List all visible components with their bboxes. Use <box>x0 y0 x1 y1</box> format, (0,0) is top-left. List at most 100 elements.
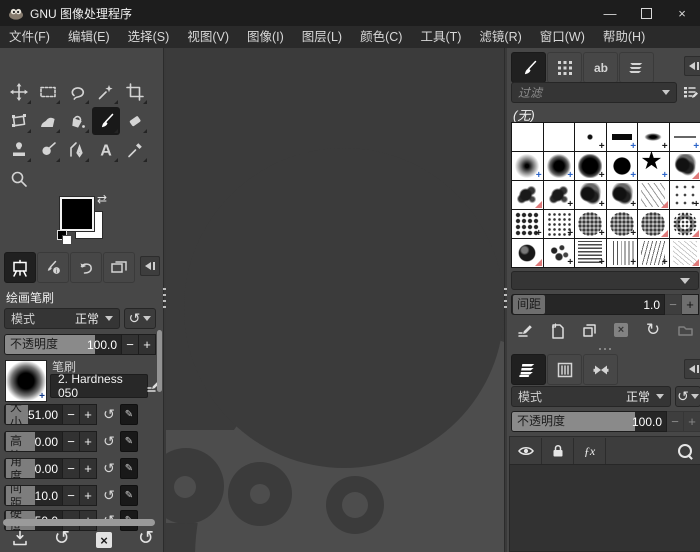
tool-unified-transform[interactable] <box>5 107 33 135</box>
restore-tool-preset-icon[interactable] <box>51 527 73 549</box>
decrease-icon[interactable] <box>63 485 80 506</box>
canvas-area[interactable] <box>166 48 505 552</box>
decrease-icon[interactable] <box>667 411 684 432</box>
title-bar[interactable]: GNU 图像处理程序 — × <box>0 0 700 26</box>
reset-icon[interactable] <box>100 431 118 452</box>
panel-collapse-icon[interactable] <box>140 256 160 276</box>
menu-filters[interactable]: 滤镜(R) <box>470 26 530 48</box>
effects-icon[interactable]: ƒx <box>574 438 606 464</box>
new-brush-icon[interactable] <box>547 320 567 340</box>
brush-list-expander[interactable] <box>511 271 699 290</box>
brush-item[interactable] <box>638 239 669 267</box>
tool-color-picker[interactable] <box>121 136 149 164</box>
swap-colors-icon[interactable] <box>97 192 107 206</box>
brush-item[interactable] <box>543 181 574 209</box>
brush-item[interactable] <box>512 239 543 267</box>
duplicate-brush-icon[interactable] <box>579 320 599 340</box>
tab-paths[interactable] <box>583 354 618 385</box>
tab-tool-options[interactable] <box>4 252 36 283</box>
delete-tool-preset-icon[interactable]: × <box>93 529 115 551</box>
tool-crop[interactable] <box>121 78 149 106</box>
decrease-icon[interactable] <box>63 404 80 425</box>
brush-item[interactable] <box>638 149 669 180</box>
increase-icon[interactable] <box>139 334 156 355</box>
mode-reset-button[interactable] <box>124 308 156 329</box>
stylus-pressure-icon[interactable] <box>120 485 138 506</box>
opacity-slider[interactable]: 不透明度 100.0 <box>4 334 156 355</box>
tab-fonts[interactable]: ab <box>583 52 618 83</box>
tab-undo-history[interactable] <box>70 252 102 283</box>
lock-icon[interactable] <box>542 438 574 464</box>
brush-name-box[interactable]: 2. Hardness 050 <box>50 372 148 400</box>
close-button[interactable]: × <box>664 0 700 26</box>
tool-warp-transform[interactable] <box>34 107 62 135</box>
foreground-color-swatch[interactable] <box>60 197 94 231</box>
tool-fuzzy-select[interactable] <box>92 78 120 106</box>
reset-icon[interactable] <box>100 458 118 479</box>
menu-select[interactable]: 选择(S) <box>119 26 179 48</box>
brush-view-options-icon[interactable] <box>680 82 700 102</box>
increase-icon[interactable] <box>80 404 97 425</box>
brush-item[interactable] <box>669 239 700 267</box>
increase-icon[interactable] <box>684 411 700 432</box>
brush-item[interactable] <box>606 210 637 238</box>
tab-channels[interactable] <box>547 354 582 385</box>
menu-view[interactable]: 视图(V) <box>178 26 238 48</box>
reset-tool-options-icon[interactable] <box>135 527 157 549</box>
stylus-pressure-icon[interactable] <box>120 458 138 479</box>
decrease-icon[interactable] <box>122 334 139 355</box>
layer-mode-reset-button[interactable] <box>675 386 700 407</box>
tool-ink[interactable] <box>63 136 91 164</box>
increase-icon[interactable] <box>80 431 97 452</box>
brush-item[interactable] <box>575 152 606 180</box>
tool-paintbrush[interactable] <box>92 107 120 135</box>
vertical-scrollbar[interactable] <box>157 330 162 392</box>
brush-item[interactable] <box>669 181 700 209</box>
tab-document-history[interactable] <box>619 52 654 83</box>
tool-eraser[interactable] <box>121 107 149 135</box>
tab-patterns[interactable] <box>547 52 582 83</box>
tab-device-status[interactable]: i <box>37 252 69 283</box>
increase-icon[interactable] <box>80 458 97 479</box>
paint-mode-dropdown[interactable]: 模式 正常 <box>4 308 120 329</box>
active-brush-thumbnail[interactable]: + <box>5 360 47 402</box>
tool-move[interactable] <box>5 78 33 106</box>
brush-item[interactable] <box>575 181 606 209</box>
reset-icon[interactable] <box>100 485 118 506</box>
menu-colors[interactable]: 颜色(C) <box>351 26 411 48</box>
tool-smudge[interactable] <box>34 136 62 164</box>
angle-slider[interactable]: 角度 0.00 <box>4 458 138 479</box>
panel-collapse-icon[interactable] <box>684 359 700 379</box>
size-slider[interactable]: 大小 51.00 <box>4 404 138 425</box>
increase-icon[interactable] <box>80 485 97 506</box>
visibility-icon[interactable] <box>510 438 542 464</box>
brush-item[interactable] <box>543 123 574 151</box>
brush-item[interactable] <box>606 239 637 267</box>
tab-images[interactable] <box>103 252 135 283</box>
brush-item[interactable] <box>543 152 574 180</box>
brush-item[interactable] <box>669 152 700 180</box>
menu-help[interactable]: 帮助(H) <box>594 26 654 48</box>
panel-collapse-icon[interactable] <box>684 56 700 76</box>
tool-rectangle-select[interactable] <box>34 78 62 106</box>
layer-opacity-slider[interactable]: 不透明度 100.0 <box>511 411 700 432</box>
menu-file[interactable]: 文件(F) <box>0 26 59 48</box>
tab-layers[interactable] <box>511 354 546 385</box>
brush-spacing-slider[interactable]: 间距 1.0 <box>511 294 699 315</box>
decrease-icon[interactable] <box>63 431 80 452</box>
increase-icon[interactable] <box>682 294 699 315</box>
delete-brush-icon[interactable]: × <box>611 320 631 340</box>
layer-list[interactable] <box>509 464 700 552</box>
spacing-slider[interactable]: 间距 10.0 <box>4 485 138 506</box>
menu-layer[interactable]: 图层(L) <box>293 26 351 48</box>
edit-brush-icon[interactable] <box>515 320 535 340</box>
tool-text[interactable]: A <box>92 136 120 164</box>
brush-item[interactable] <box>512 152 543 180</box>
color-area[interactable] <box>55 194 115 246</box>
brush-item[interactable] <box>638 210 669 238</box>
tool-clone[interactable] <box>5 136 33 164</box>
decrease-icon[interactable] <box>665 294 682 315</box>
brush-item[interactable] <box>575 239 606 267</box>
brush-item[interactable] <box>575 210 606 238</box>
brush-filter-input[interactable]: 过滤 <box>511 82 677 103</box>
